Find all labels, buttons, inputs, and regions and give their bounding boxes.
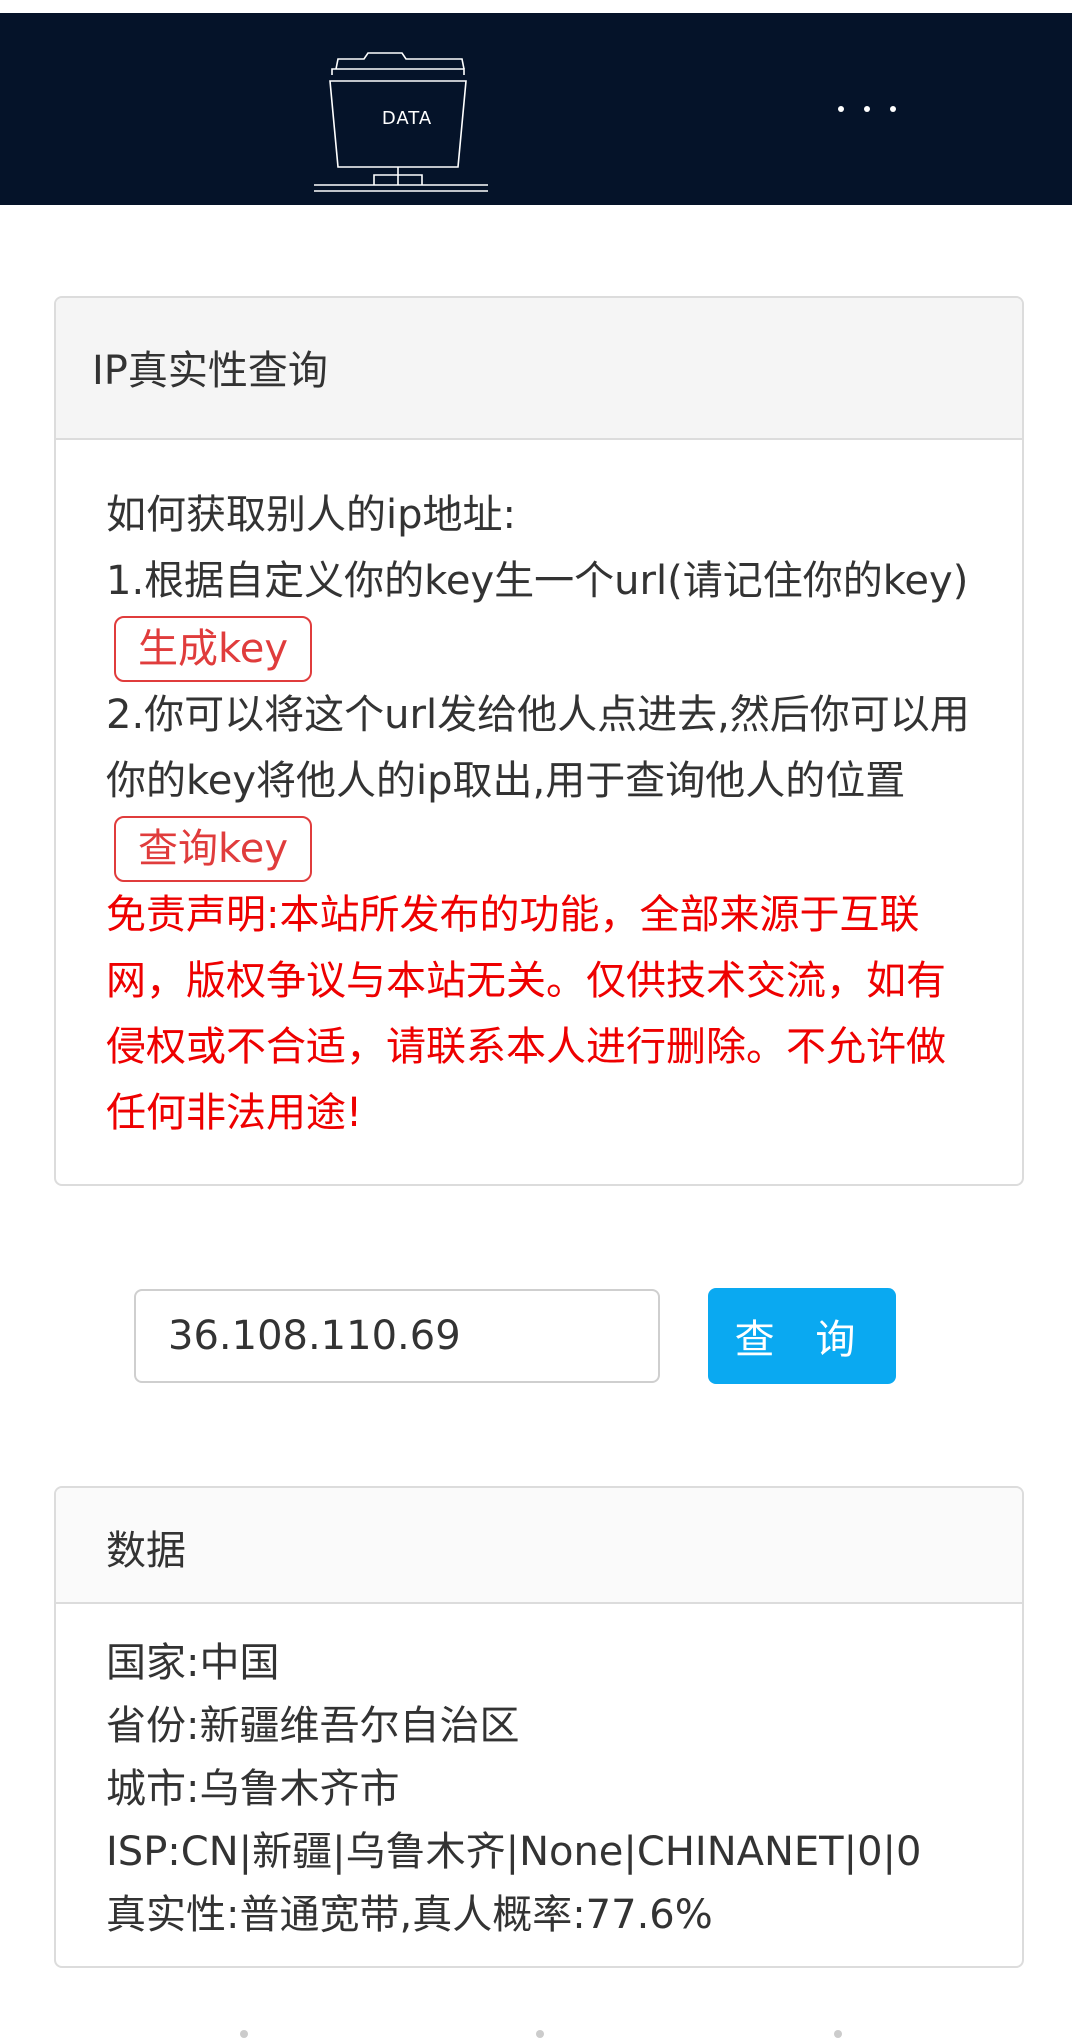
logo-text: DATA: [381, 108, 433, 129]
result-row-country: 国家:中国: [106, 1640, 280, 1686]
panel-body: 如何获取别人的ip地址: 1.根据自定义你的key生一个url(请记住你的key…: [56, 440, 1022, 1146]
result-row-authenticity: 真实性:普通宽带,真人概率:77.6%: [106, 1892, 713, 1938]
more-dots-icon: [890, 106, 896, 112]
instruction-text: 2.你可以将这个url发给他人点进去,然后你可以用你的key将他人的ip取出,用…: [106, 692, 970, 804]
ip-search-input[interactable]: [134, 1289, 660, 1383]
generate-key-button[interactable]: 生成key: [114, 616, 313, 682]
data-logo[interactable]: DATA: [308, 39, 488, 199]
pager-dot: [536, 2030, 544, 2038]
panel-title: IP真实性查询: [56, 298, 1022, 440]
more-dots-icon: [864, 106, 870, 112]
search-button[interactable]: 查 询: [708, 1288, 896, 1384]
instruction-text: 1.根据自定义你的key生一个url(请记住你的key): [106, 558, 969, 604]
panel-title: 数据: [56, 1488, 1022, 1604]
result-list: 国家:中国 省份:新疆维吾尔自治区 城市:乌鲁木齐市 ISP:CN|新疆|乌鲁木…: [56, 1604, 1022, 1947]
pager-dot: [240, 2030, 248, 2038]
result-panel: 数据 国家:中国 省份:新疆维吾尔自治区 城市:乌鲁木齐市 ISP:CN|新疆|…: [54, 1486, 1024, 1968]
instruction-step-2: 2.你可以将这个url发给他人点进去,然后你可以用你的key将他人的ip取出,用…: [106, 682, 982, 882]
ip-query-panel: IP真实性查询 如何获取别人的ip地址: 1.根据自定义你的key生一个url(…: [54, 296, 1024, 1186]
result-row-isp: ISP:CN|新疆|乌鲁木齐|None|CHINANET|0|0: [106, 1829, 922, 1875]
result-row-province: 省份:新疆维吾尔自治区: [106, 1703, 520, 1749]
instruction-line: 如何获取别人的ip地址:: [106, 492, 516, 538]
more-dots-icon: [838, 106, 844, 112]
top-header: DATA: [0, 13, 1072, 205]
disclaimer-text: 免责声明:本站所发布的功能，全部来源于互联网，版权争议与本站无关。仅供技术交流，…: [106, 892, 946, 1136]
more-menu-button[interactable]: [832, 89, 902, 129]
pager-dot: [834, 2030, 842, 2038]
instruction-step-1: 1.根据自定义你的key生一个url(请记住你的key) 生成key: [106, 548, 982, 682]
result-row-city: 城市:乌鲁木齐市: [106, 1766, 400, 1812]
query-key-button[interactable]: 查询key: [114, 816, 313, 882]
